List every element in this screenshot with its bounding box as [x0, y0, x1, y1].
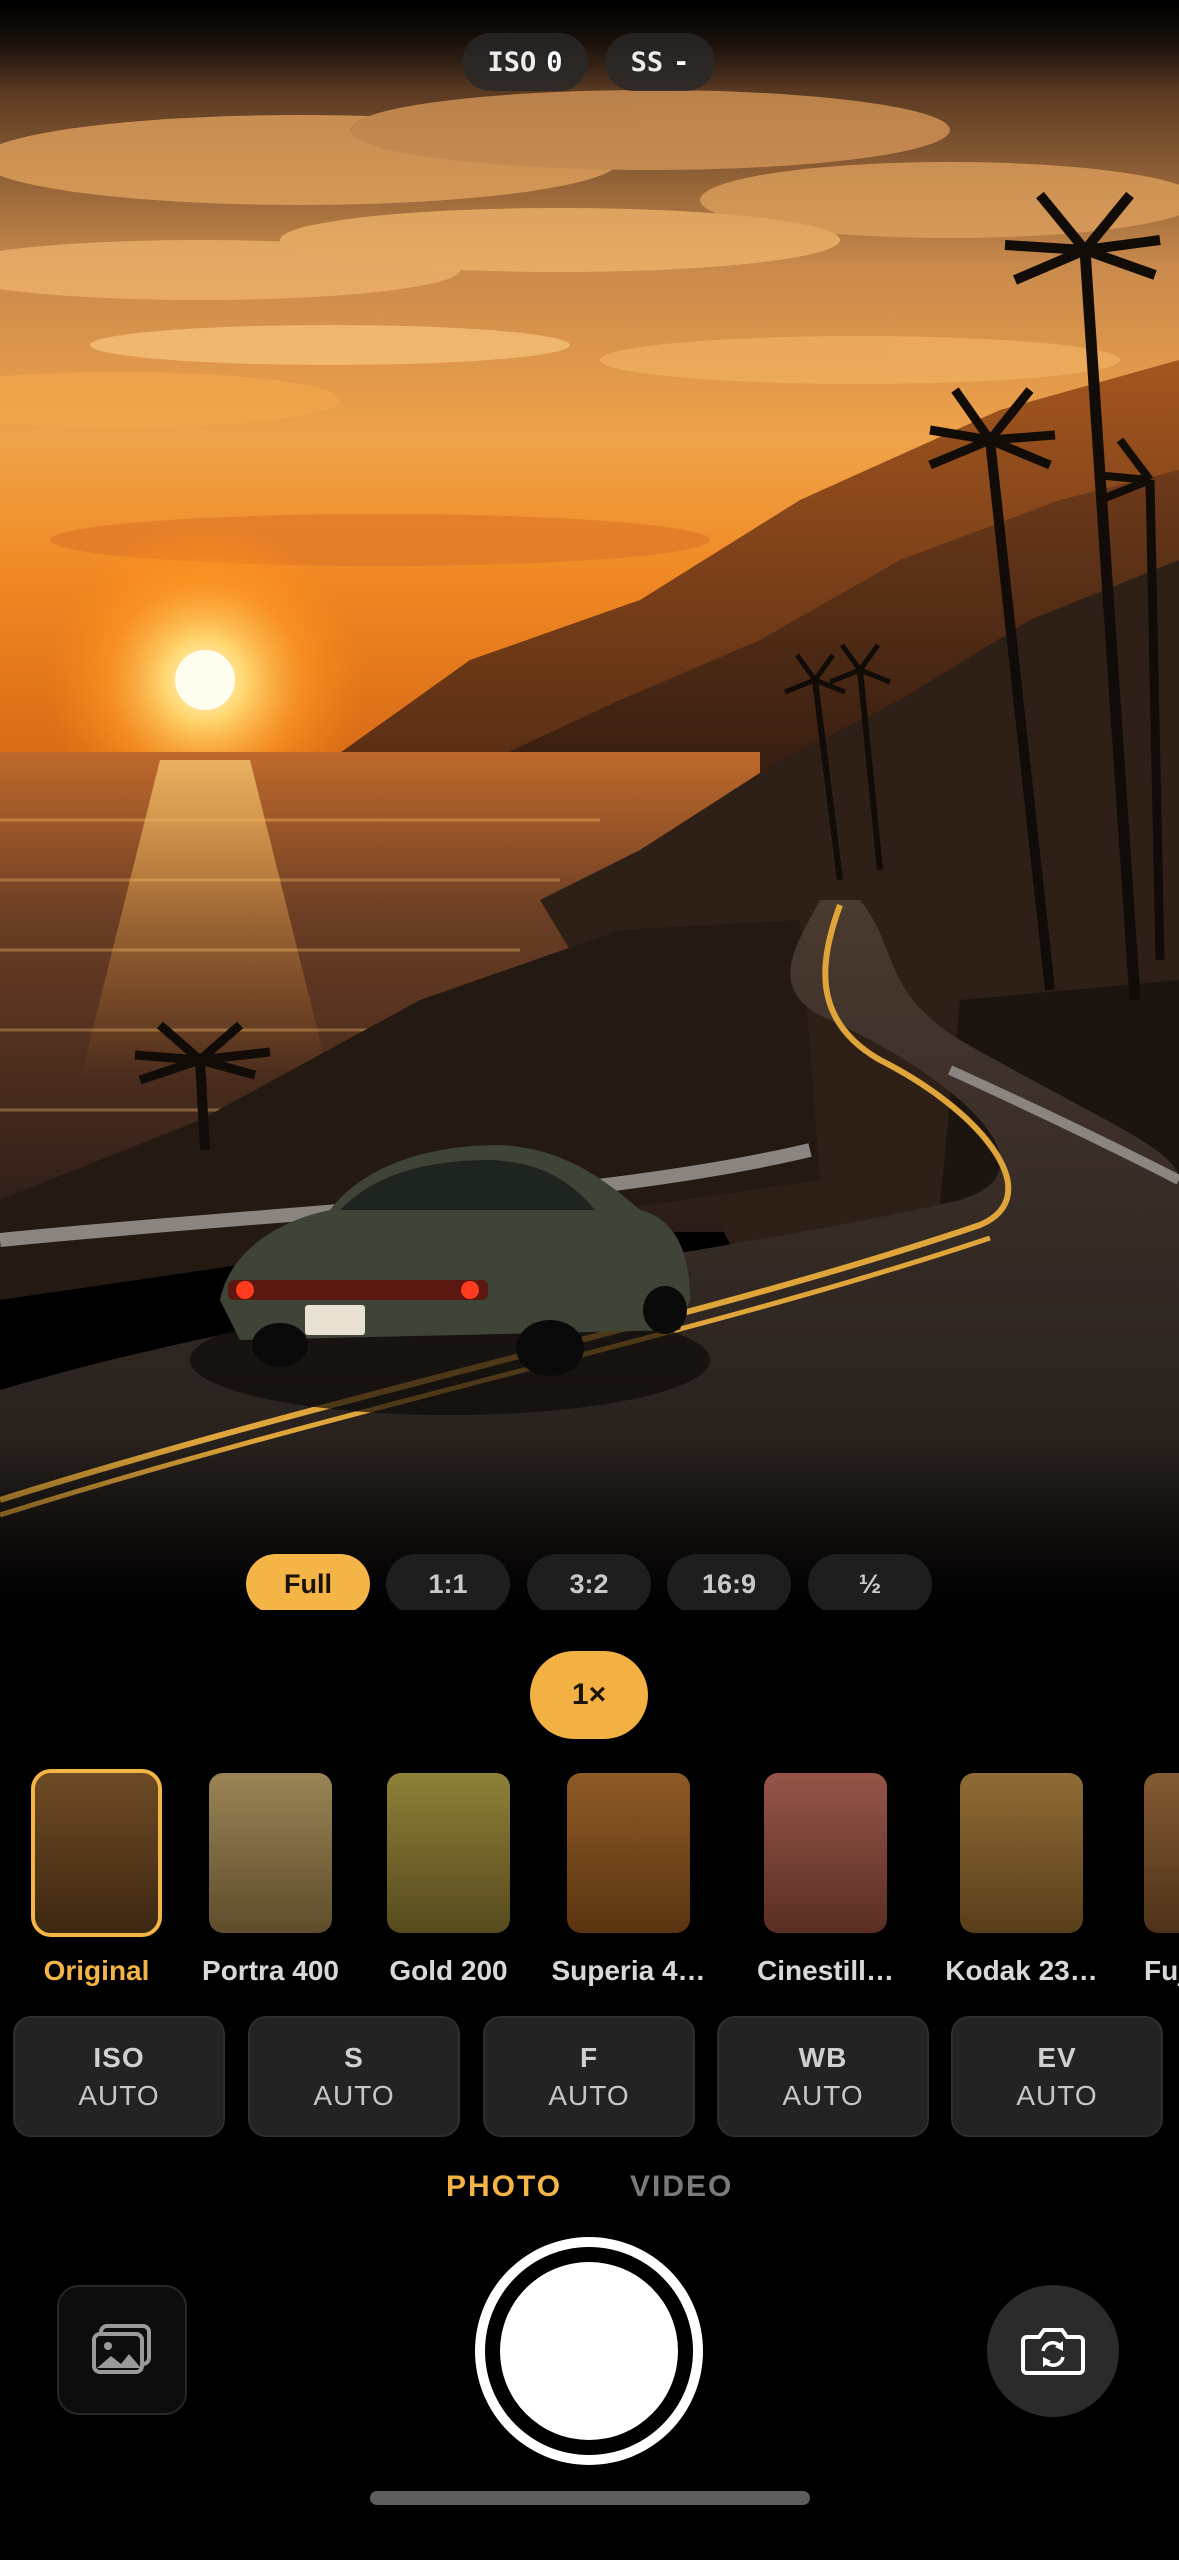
control-value: AUTO: [782, 2079, 864, 2111]
control-key: WB: [798, 2041, 848, 2073]
control-key: F: [579, 2041, 599, 2073]
control-value: AUTO: [313, 2079, 395, 2111]
aperture-control[interactable]: F AUTO: [483, 2016, 695, 2137]
film-swatch: [387, 1773, 510, 1933]
aspect-ratio-label: Full: [284, 1568, 332, 1599]
film-preset-label: Original: [43, 1955, 150, 1986]
mode-photo-tab[interactable]: PHOTO: [446, 2170, 562, 2204]
aspect-ratio-label: ½: [858, 1568, 882, 1599]
film-preset-label: Portra 400: [202, 1955, 339, 1986]
control-value: AUTO: [78, 2079, 160, 2111]
film-preset-label: Kodak 23…: [945, 1955, 1098, 1986]
aspect-ratio-label: 3:2: [569, 1568, 609, 1599]
gallery-icon: [92, 2324, 151, 2374]
film-preset-label: Gold 200: [389, 1955, 508, 1986]
shutter-speed-value: -: [673, 46, 690, 78]
aspect-ratio-3-2[interactable]: 3:2: [527, 1554, 651, 1610]
shutter-speed-readout[interactable]: SS -: [605, 33, 715, 91]
aspect-ratio-16-9[interactable]: 16:9: [667, 1554, 791, 1610]
film-swatch: [1144, 1773, 1179, 1933]
film-preset-superia[interactable]: Superia 4…: [551, 1773, 706, 1986]
control-key: EV: [1037, 2041, 1077, 2073]
camera-flip-icon: [1021, 2328, 1085, 2375]
film-preset-label: Superia 4…: [551, 1955, 706, 1986]
zoom-button[interactable]: 1×: [530, 1651, 648, 1739]
film-swatch: [960, 1773, 1083, 1933]
control-key: S: [344, 2041, 364, 2073]
film-preset-gold-200[interactable]: Gold 200: [387, 1773, 510, 1986]
iso-readout-label: ISO: [487, 46, 537, 78]
film-preset-label: Cinestill…: [757, 1955, 894, 1986]
film-preset-kodak[interactable]: Kodak 23…: [945, 1773, 1098, 1986]
shutter-control[interactable]: S AUTO: [248, 2016, 460, 2137]
zoom-label: 1×: [571, 1678, 607, 1711]
aspect-ratio-label: 1:1: [428, 1568, 468, 1599]
control-value: AUTO: [1016, 2079, 1098, 2111]
shutter-core: [500, 2262, 678, 2440]
film-preset-fuji[interactable]: Fuj: [1144, 1773, 1179, 1986]
control-key: ISO: [93, 2041, 145, 2073]
film-preset-label: Fuj: [1144, 1955, 1179, 1986]
film-swatch: [209, 1773, 332, 1933]
film-preset-cinestill[interactable]: Cinestill…: [757, 1773, 894, 1986]
aspect-ratio-1-1[interactable]: 1:1: [386, 1554, 510, 1610]
film-swatch: [31, 1769, 162, 1937]
control-value: AUTO: [548, 2079, 630, 2111]
film-swatch: [567, 1773, 690, 1933]
film-swatch: [764, 1773, 887, 1933]
film-preset-original[interactable]: Original: [31, 1769, 162, 1986]
camera-flip-button[interactable]: [987, 2285, 1119, 2417]
shutter-speed-label: SS: [630, 46, 664, 78]
iso-readout[interactable]: ISO 0: [462, 33, 588, 91]
mode-video-tab[interactable]: VIDEO: [630, 2170, 733, 2204]
aspect-ratio-full[interactable]: Full: [246, 1554, 370, 1610]
gallery-button[interactable]: [57, 2285, 187, 2415]
viewfinder-scene: [0, 0, 1179, 1610]
film-preset-portra-400[interactable]: Portra 400: [202, 1773, 339, 1986]
shutter-button[interactable]: [475, 2237, 703, 2465]
iso-readout-value: 0: [546, 46, 563, 78]
home-indicator[interactable]: [370, 2491, 810, 2505]
aspect-ratio-half[interactable]: ½: [808, 1554, 932, 1610]
exposure-control[interactable]: EV AUTO: [951, 2016, 1163, 2137]
aspect-ratio-label: 16:9: [701, 1568, 757, 1599]
white-balance-control[interactable]: WB AUTO: [717, 2016, 929, 2137]
iso-control[interactable]: ISO AUTO: [13, 2016, 225, 2137]
camera-viewfinder[interactable]: ISO 0 SS - Full 1:1 3:2 16:9 ½: [0, 0, 1179, 1610]
